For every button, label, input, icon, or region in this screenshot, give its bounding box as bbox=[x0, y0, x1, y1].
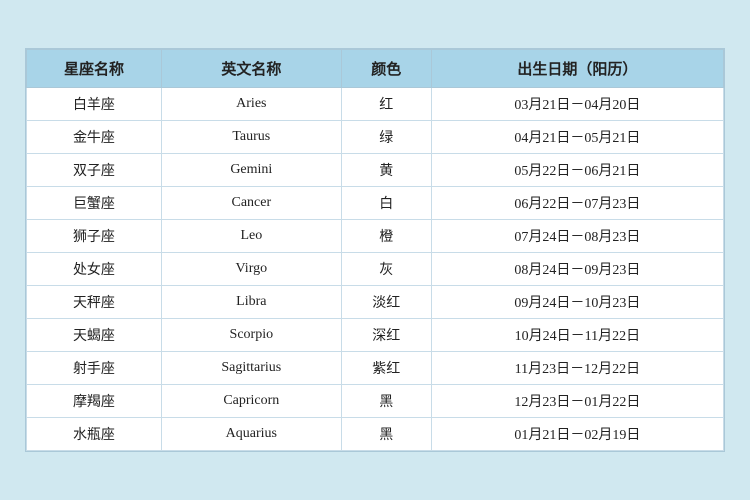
cell-color: 深红 bbox=[341, 319, 431, 352]
cell-date: 01月21日－02月19日 bbox=[431, 418, 723, 451]
cell-chinese: 巨蟹座 bbox=[27, 187, 162, 220]
table-row: 金牛座Taurus绿04月21日－05月21日 bbox=[27, 121, 724, 154]
zodiac-table: 星座名称 英文名称 颜色 出生日期（阳历） 白羊座Aries红03月21日－04… bbox=[26, 49, 724, 451]
cell-chinese: 天秤座 bbox=[27, 286, 162, 319]
table-row: 射手座Sagittarius紫红11月23日－12月22日 bbox=[27, 352, 724, 385]
cell-date: 10月24日－11月22日 bbox=[431, 319, 723, 352]
cell-english: Scorpio bbox=[161, 319, 341, 352]
cell-english: Aquarius bbox=[161, 418, 341, 451]
cell-date: 05月22日－06月21日 bbox=[431, 154, 723, 187]
table-row: 双子座Gemini黄05月22日－06月21日 bbox=[27, 154, 724, 187]
header-color: 颜色 bbox=[341, 50, 431, 88]
cell-date: 07月24日－08月23日 bbox=[431, 220, 723, 253]
cell-chinese: 狮子座 bbox=[27, 220, 162, 253]
cell-date: 09月24日－10月23日 bbox=[431, 286, 723, 319]
cell-english: Libra bbox=[161, 286, 341, 319]
cell-chinese: 双子座 bbox=[27, 154, 162, 187]
cell-english: Sagittarius bbox=[161, 352, 341, 385]
cell-chinese: 水瓶座 bbox=[27, 418, 162, 451]
table-header-row: 星座名称 英文名称 颜色 出生日期（阳历） bbox=[27, 50, 724, 88]
cell-date: 08月24日－09月23日 bbox=[431, 253, 723, 286]
cell-chinese: 摩羯座 bbox=[27, 385, 162, 418]
cell-chinese: 射手座 bbox=[27, 352, 162, 385]
header-date: 出生日期（阳历） bbox=[431, 50, 723, 88]
cell-color: 灰 bbox=[341, 253, 431, 286]
table-row: 处女座Virgo灰08月24日－09月23日 bbox=[27, 253, 724, 286]
cell-color: 黑 bbox=[341, 418, 431, 451]
table-row: 巨蟹座Cancer白06月22日－07月23日 bbox=[27, 187, 724, 220]
table-row: 天蝎座Scorpio深红10月24日－11月22日 bbox=[27, 319, 724, 352]
cell-english: Cancer bbox=[161, 187, 341, 220]
header-chinese: 星座名称 bbox=[27, 50, 162, 88]
table-row: 天秤座Libra淡红09月24日－10月23日 bbox=[27, 286, 724, 319]
cell-english: Gemini bbox=[161, 154, 341, 187]
cell-english: Capricorn bbox=[161, 385, 341, 418]
cell-chinese: 金牛座 bbox=[27, 121, 162, 154]
cell-date: 11月23日－12月22日 bbox=[431, 352, 723, 385]
cell-date: 06月22日－07月23日 bbox=[431, 187, 723, 220]
table-row: 狮子座Leo橙07月24日－08月23日 bbox=[27, 220, 724, 253]
cell-chinese: 处女座 bbox=[27, 253, 162, 286]
cell-date: 12月23日－01月22日 bbox=[431, 385, 723, 418]
cell-english: Taurus bbox=[161, 121, 341, 154]
cell-chinese: 天蝎座 bbox=[27, 319, 162, 352]
table-row: 水瓶座Aquarius黑01月21日－02月19日 bbox=[27, 418, 724, 451]
table-body: 白羊座Aries红03月21日－04月20日金牛座Taurus绿04月21日－0… bbox=[27, 88, 724, 451]
cell-color: 淡红 bbox=[341, 286, 431, 319]
cell-color: 红 bbox=[341, 88, 431, 121]
cell-date: 04月21日－05月21日 bbox=[431, 121, 723, 154]
cell-english: Virgo bbox=[161, 253, 341, 286]
zodiac-table-container: 星座名称 英文名称 颜色 出生日期（阳历） 白羊座Aries红03月21日－04… bbox=[25, 48, 725, 452]
cell-english: Leo bbox=[161, 220, 341, 253]
table-row: 摩羯座Capricorn黑12月23日－01月22日 bbox=[27, 385, 724, 418]
table-row: 白羊座Aries红03月21日－04月20日 bbox=[27, 88, 724, 121]
cell-color: 紫红 bbox=[341, 352, 431, 385]
cell-color: 橙 bbox=[341, 220, 431, 253]
cell-color: 绿 bbox=[341, 121, 431, 154]
cell-color: 黄 bbox=[341, 154, 431, 187]
cell-color: 白 bbox=[341, 187, 431, 220]
cell-chinese: 白羊座 bbox=[27, 88, 162, 121]
cell-date: 03月21日－04月20日 bbox=[431, 88, 723, 121]
cell-color: 黑 bbox=[341, 385, 431, 418]
header-english: 英文名称 bbox=[161, 50, 341, 88]
cell-english: Aries bbox=[161, 88, 341, 121]
